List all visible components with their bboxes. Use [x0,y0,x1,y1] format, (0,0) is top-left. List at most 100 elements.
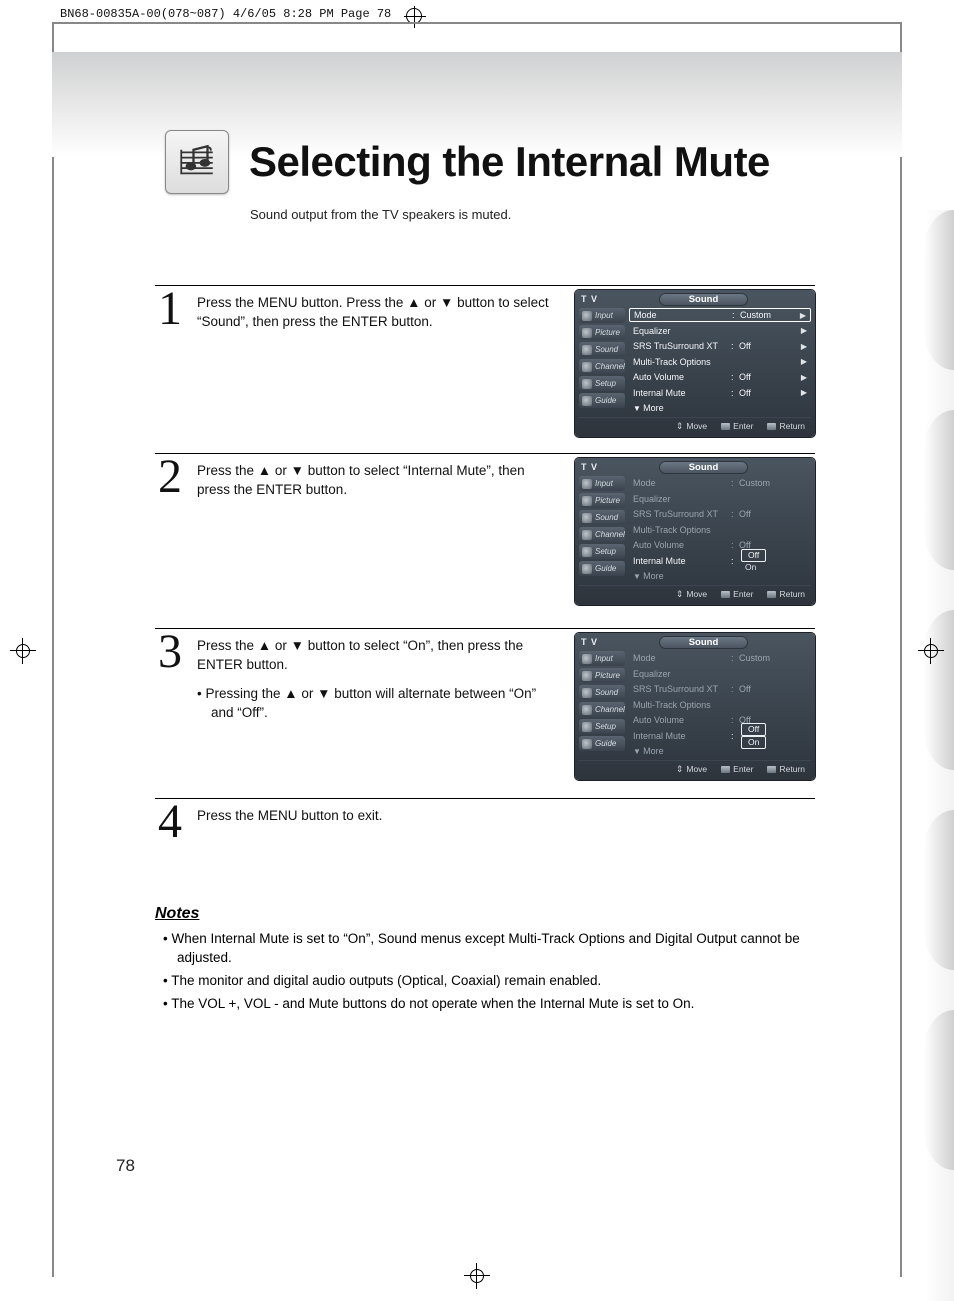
osd-row-srs[interactable]: SRS TruSurround XT:Off [629,682,811,696]
trim-guide [52,22,902,24]
osd-row-autovolume[interactable]: Auto Volume:Off [629,713,811,727]
osd-row-multitrack[interactable]: Multi-Track Options▶ [629,355,811,369]
manual-page: BN68-00835A-00(078~087) 4/6/05 8:28 PM P… [0,0,954,1301]
option-off[interactable]: Off [741,723,766,736]
step-number: 4 [155,803,185,858]
sidebar-item-setup[interactable]: Setup [579,719,625,734]
osd-row-equalizer[interactable]: Equalizer [629,667,811,681]
note-item: The monitor and digital audio outputs (O… [155,971,815,990]
hint-move: Move [676,421,707,432]
sound-icon [582,513,592,523]
sound-section-icon [165,130,229,194]
osd-row-more[interactable]: More [629,569,811,583]
osd-row-autovolume[interactable]: Auto Volume:Off▶ [629,370,811,384]
sidebar-item-guide[interactable]: Guide [579,561,625,576]
title-row: Selecting the Internal Mute [165,130,770,194]
osd-option-list: Mode:Custom Equalizer SRS TruSurround XT… [629,651,811,758]
trim-guide [900,22,902,1277]
sidebar-item-guide[interactable]: Guide [579,393,625,408]
sidebar-item-sound[interactable]: Sound [579,510,625,525]
osd-row-equalizer[interactable]: Equalizer▶ [629,324,811,338]
osd-option-list: Mode:Custom Equalizer SRS TruSurround XT… [629,476,811,583]
sidebar-item-input[interactable]: Input [579,651,625,666]
osd-footer-hints: Move Enter Return [579,760,811,776]
sidebar-item-setup[interactable]: Setup [579,544,625,559]
setup-icon [582,547,592,557]
channel-icon [582,705,592,715]
chevron-right-icon: ▶ [800,311,806,320]
notes-heading: Notes [155,905,815,923]
step-text: Press the MENU button. Press the ▲ or ▼ … [197,290,557,443]
picture-icon [582,496,592,506]
osd-row-srs[interactable]: SRS TruSurround XT:Off▶ [629,339,811,353]
osd-title: Sound [659,293,749,306]
printer-meta-line: BN68-00835A-00(078~087) 4/6/05 8:28 PM P… [60,6,422,22]
osd-row-multitrack[interactable]: Multi-Track Options [629,523,811,537]
sidebar-item-input[interactable]: Input [579,476,625,491]
osd-row-mode[interactable]: Mode:Custom▶ [629,308,811,322]
notes-section: Notes When Internal Mute is set to “On”,… [155,905,815,1017]
osd-screenshot: T V Sound Input Picture Sound Channel Se… [575,458,815,618]
osd-title: Sound [659,461,749,474]
step-text: Press the ▲ or ▼ button to select “On”, … [197,633,557,788]
osd-row-autovolume[interactable]: Auto Volume:Off [629,538,811,552]
note-item: When Internal Mute is set to “On”, Sound… [155,929,815,967]
sidebar-item-input[interactable]: Input [579,308,625,323]
osd-option-list: Mode:Custom▶ Equalizer▶ SRS TruSurround … [629,308,811,415]
osd-row-mode[interactable]: Mode:Custom [629,651,811,665]
osd-row-internalmute[interactable]: Internal Mute:Off▶ [629,386,811,400]
hint-move: Move [676,589,707,600]
note-item: The VOL +, VOL - and Mute buttons do not… [155,994,815,1013]
sidebar-item-picture[interactable]: Picture [579,493,625,508]
osd-row-srs[interactable]: SRS TruSurround XT:Off [629,507,811,521]
osd-row-internalmute[interactable]: Internal Mute: Off On [629,554,811,568]
input-icon [582,654,592,664]
picture-icon [582,671,592,681]
osd-sidebar: Input Picture Sound Channel Setup Guide [579,476,625,583]
tv-osd-menu: T V Sound Input Picture Sound Channel Se… [575,633,815,780]
osd-sidebar: Input Picture Sound Channel Setup Guide [579,308,625,415]
osd-row-multitrack[interactable]: Multi-Track Options [629,698,811,712]
chevron-right-icon: ▶ [801,357,807,366]
osd-source-label: T V [581,462,598,472]
sidebar-item-channel[interactable]: Channel [579,359,625,374]
registration-mark-icon [466,1265,488,1287]
page-title: Selecting the Internal Mute [249,138,770,186]
chevron-right-icon: ▶ [801,388,807,397]
osd-row-mode[interactable]: Mode:Custom [629,476,811,490]
option-off[interactable]: Off [741,549,766,562]
osd-row-internalmute[interactable]: Internal Mute: Off On [629,729,811,743]
setup-icon [582,379,592,389]
trim-guide [52,22,54,1277]
hint-return: Return [767,421,805,432]
step-number: 3 [155,633,185,788]
sidebar-item-picture[interactable]: Picture [579,668,625,683]
sidebar-item-channel[interactable]: Channel [579,702,625,717]
osd-source-label: T V [581,294,598,304]
page-subtitle: Sound output from the TV speakers is mut… [250,207,511,222]
step-3: 3 Press the ▲ or ▼ button to select “On”… [155,628,815,788]
guide-icon [582,564,592,574]
picture-icon [582,328,592,338]
hint-return: Return [767,589,805,600]
osd-row-equalizer[interactable]: Equalizer [629,492,811,506]
sidebar-item-setup[interactable]: Setup [579,376,625,391]
sidebar-item-guide[interactable]: Guide [579,736,625,751]
step-bullet: • Pressing the ▲ or ▼ button will altern… [197,684,557,722]
osd-source-label: T V [581,637,598,647]
steps-list: 1 Press the MENU button. Press the ▲ or … [155,285,815,868]
sidebar-item-picture[interactable]: Picture [579,325,625,340]
channel-icon [582,530,592,540]
osd-footer-hints: Move Enter Return [579,417,811,433]
step-text: Press the MENU button to exit. [197,803,557,858]
sidebar-item-sound[interactable]: Sound [579,342,625,357]
sidebar-item-channel[interactable]: Channel [579,527,625,542]
osd-row-more[interactable]: More [629,744,811,758]
hint-enter: Enter [721,764,753,775]
print-meta-text: BN68-00835A-00(078~087) 4/6/05 8:28 PM P… [60,7,391,21]
step-1: 1 Press the MENU button. Press the ▲ or … [155,285,815,443]
osd-row-more[interactable]: More [629,401,811,415]
sidebar-item-sound[interactable]: Sound [579,685,625,700]
input-icon [582,479,592,489]
guide-icon [582,739,592,749]
